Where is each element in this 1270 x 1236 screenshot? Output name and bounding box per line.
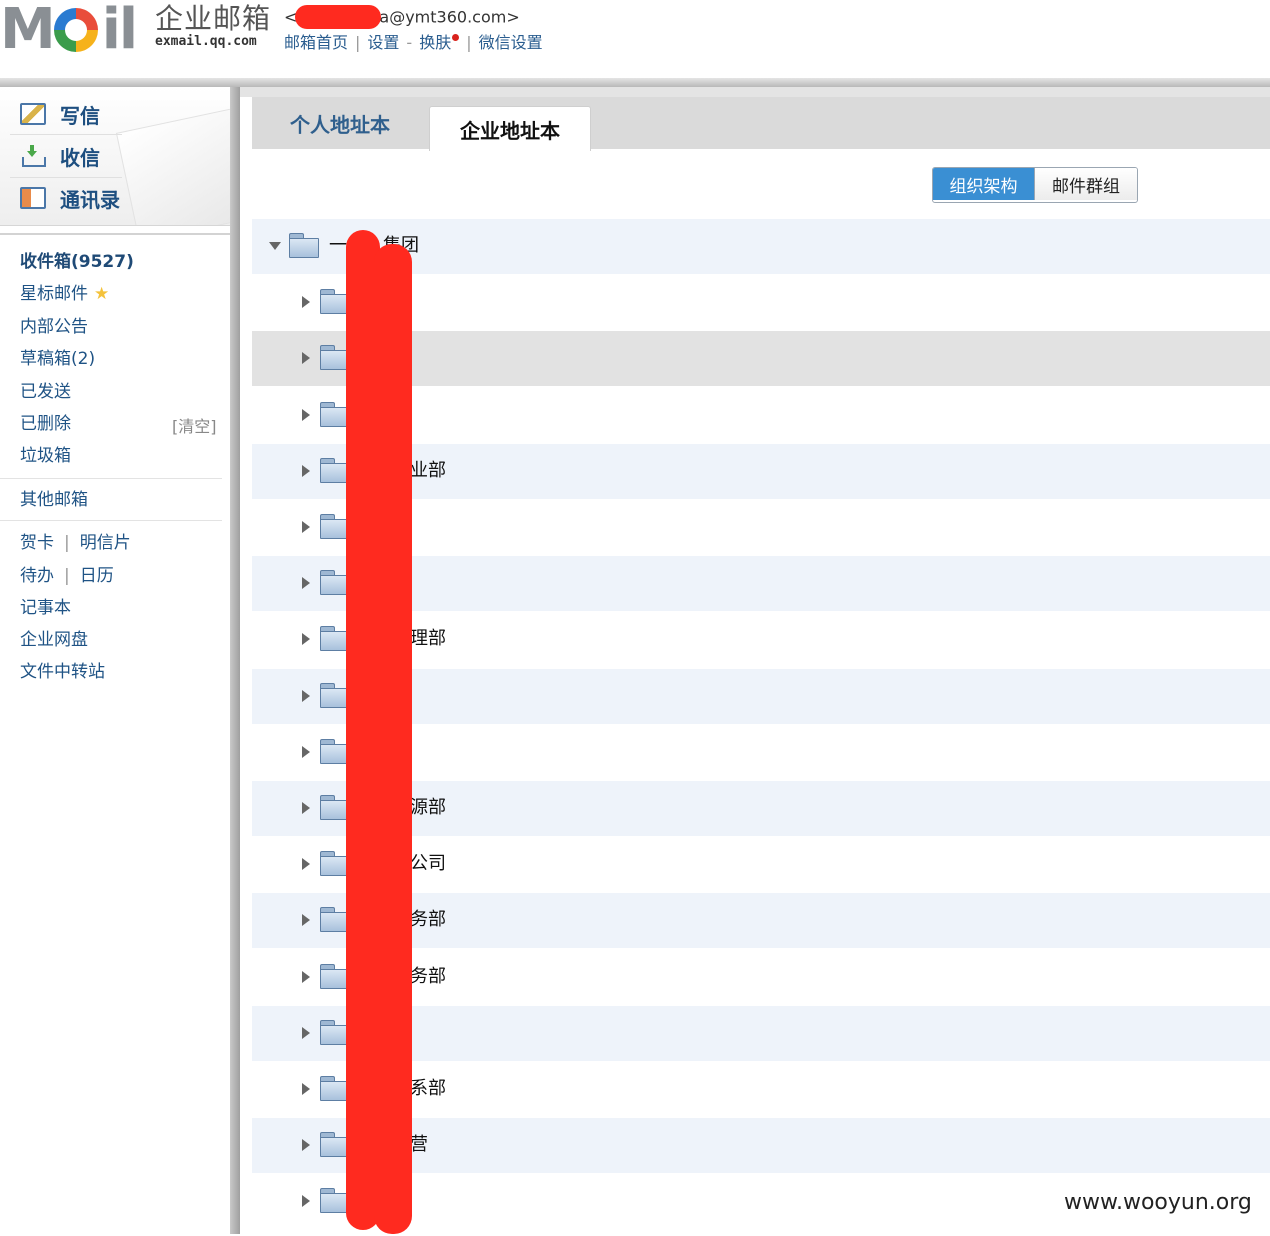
tree-dept-label: 务部 — [410, 966, 446, 987]
tools-row-1: 贺卡 | 明信片 — [20, 533, 131, 553]
tab-company-address-book[interactable]: 企业地址本 — [429, 106, 591, 151]
caret-right-icon[interactable] — [302, 971, 310, 983]
compose-button[interactable]: 写信 — [20, 95, 100, 133]
link-mailbox-home[interactable]: 邮箱首页 — [284, 33, 348, 52]
folder-starred[interactable]: 星标邮件 ★ — [20, 283, 109, 305]
tree-dept-label: 系部 — [410, 1078, 446, 1099]
tree-dept-label: 源部 — [410, 797, 446, 818]
caret-right-icon[interactable] — [302, 690, 310, 702]
caret-right-icon[interactable] — [302, 746, 310, 758]
folder-inbox[interactable]: 收件箱(9527) — [20, 251, 134, 273]
header-divider — [0, 78, 1270, 87]
receive-button[interactable]: 收信 — [20, 137, 100, 175]
header: M il 企业邮箱 exmail.qq.com < a@ymt360.com> 邮… — [0, 0, 1270, 78]
caret-right-icon[interactable] — [302, 296, 310, 308]
greeting-card-link[interactable]: 贺卡 — [20, 533, 54, 553]
sidebar: 写信 收信 通讯录 收件箱(9527) 星标邮件 ★ 内部公告 草稿箱(2) 已发… — [0, 87, 236, 1236]
folder-spam[interactable]: 垃圾箱 — [20, 445, 71, 467]
tree-dept-label: 业部 — [410, 460, 446, 481]
sidebar-splitter[interactable] — [230, 87, 240, 1234]
other-mailboxes[interactable]: 其他邮箱 — [20, 489, 88, 511]
caret-right-icon[interactable] — [302, 1195, 310, 1207]
caret-right-icon[interactable] — [302, 409, 310, 421]
caret-right-icon[interactable] — [302, 521, 310, 533]
envelope-decoration-icon — [115, 103, 230, 225]
mail-logo[interactable]: M il — [0, 2, 138, 58]
folder-icon — [289, 233, 319, 259]
contacts-icon — [20, 187, 46, 209]
divider — [0, 520, 222, 521]
receive-icon — [20, 145, 46, 167]
caret-right-icon[interactable] — [302, 858, 310, 870]
brand: 企业邮箱 exmail.qq.com — [155, 2, 271, 49]
mail-groups-button[interactable]: 邮件群组 — [1034, 168, 1137, 200]
divider — [0, 478, 222, 479]
transfer-link[interactable]: 文件中转站 — [20, 661, 105, 683]
caret-right-icon[interactable] — [302, 802, 310, 814]
tree-dept-label: 理部 — [410, 628, 446, 649]
folder-sent[interactable]: 已发送 — [20, 381, 71, 403]
caret-down-icon[interactable] — [269, 242, 281, 250]
tree-dept-label: 公司 — [410, 853, 446, 874]
org-structure-button[interactable]: 组织架构 — [933, 168, 1034, 200]
redaction-mark — [346, 230, 412, 1234]
link-wechat-settings[interactable]: 微信设置 — [479, 33, 543, 52]
caret-right-icon[interactable] — [302, 352, 310, 364]
tree-dept-label: 务部 — [410, 909, 446, 930]
redaction-mark — [295, 5, 382, 29]
link-skin[interactable]: 换肤 — [419, 33, 451, 52]
folder-deleted[interactable]: 已删除 — [20, 413, 71, 435]
caret-right-icon[interactable] — [302, 465, 310, 477]
link-settings[interactable]: 设置 — [367, 33, 399, 52]
tools-row-2: 待办 | 日历 — [20, 566, 114, 586]
top-links: 邮箱首页 | 设置 - 换肤 | 微信设置 — [284, 33, 543, 52]
logo-circle-icon — [53, 8, 98, 52]
caret-right-icon[interactable] — [302, 577, 310, 589]
folder-notice[interactable]: 内部公告 — [20, 316, 88, 338]
account-address: < a@ymt360.com> — [284, 5, 520, 30]
contacts-button[interactable]: 通讯录 — [20, 179, 120, 217]
postcard-link[interactable]: 明信片 — [80, 533, 131, 553]
star-icon: ★ — [94, 284, 110, 304]
caret-right-icon[interactable] — [302, 1083, 310, 1095]
new-dot-icon — [452, 34, 460, 41]
folder-list: 收件箱(9527) 星标邮件 ★ 内部公告 草稿箱(2) 已发送 已删除 [清空]… — [0, 233, 230, 1236]
caret-right-icon[interactable] — [302, 1027, 310, 1039]
tab-personal-address-book[interactable]: 个人地址本 — [252, 97, 428, 149]
todo-link[interactable]: 待办 — [20, 566, 54, 586]
quick-actions: 写信 收信 通讯录 — [0, 87, 230, 226]
watermark: www.wooyun.org — [1064, 1190, 1252, 1215]
caret-right-icon[interactable] — [302, 1139, 310, 1151]
tree-dept-label: 营 — [410, 1134, 428, 1155]
brand-title: 企业邮箱 — [155, 2, 272, 35]
brand-domain: exmail.qq.com — [155, 34, 257, 49]
notebook-link[interactable]: 记事本 — [20, 597, 71, 619]
disk-link[interactable]: 企业网盘 — [20, 629, 88, 651]
calendar-link[interactable]: 日历 — [80, 566, 114, 586]
view-toggle: 组织架构 邮件群组 — [932, 167, 1138, 203]
tab-strip: 个人地址本 企业地址本 — [252, 97, 1270, 151]
caret-right-icon[interactable] — [302, 914, 310, 926]
compose-icon — [20, 103, 46, 125]
caret-right-icon[interactable] — [302, 633, 310, 645]
folder-drafts[interactable]: 草稿箱(2) — [20, 348, 95, 370]
empty-trash-link[interactable]: [清空] — [172, 413, 217, 437]
